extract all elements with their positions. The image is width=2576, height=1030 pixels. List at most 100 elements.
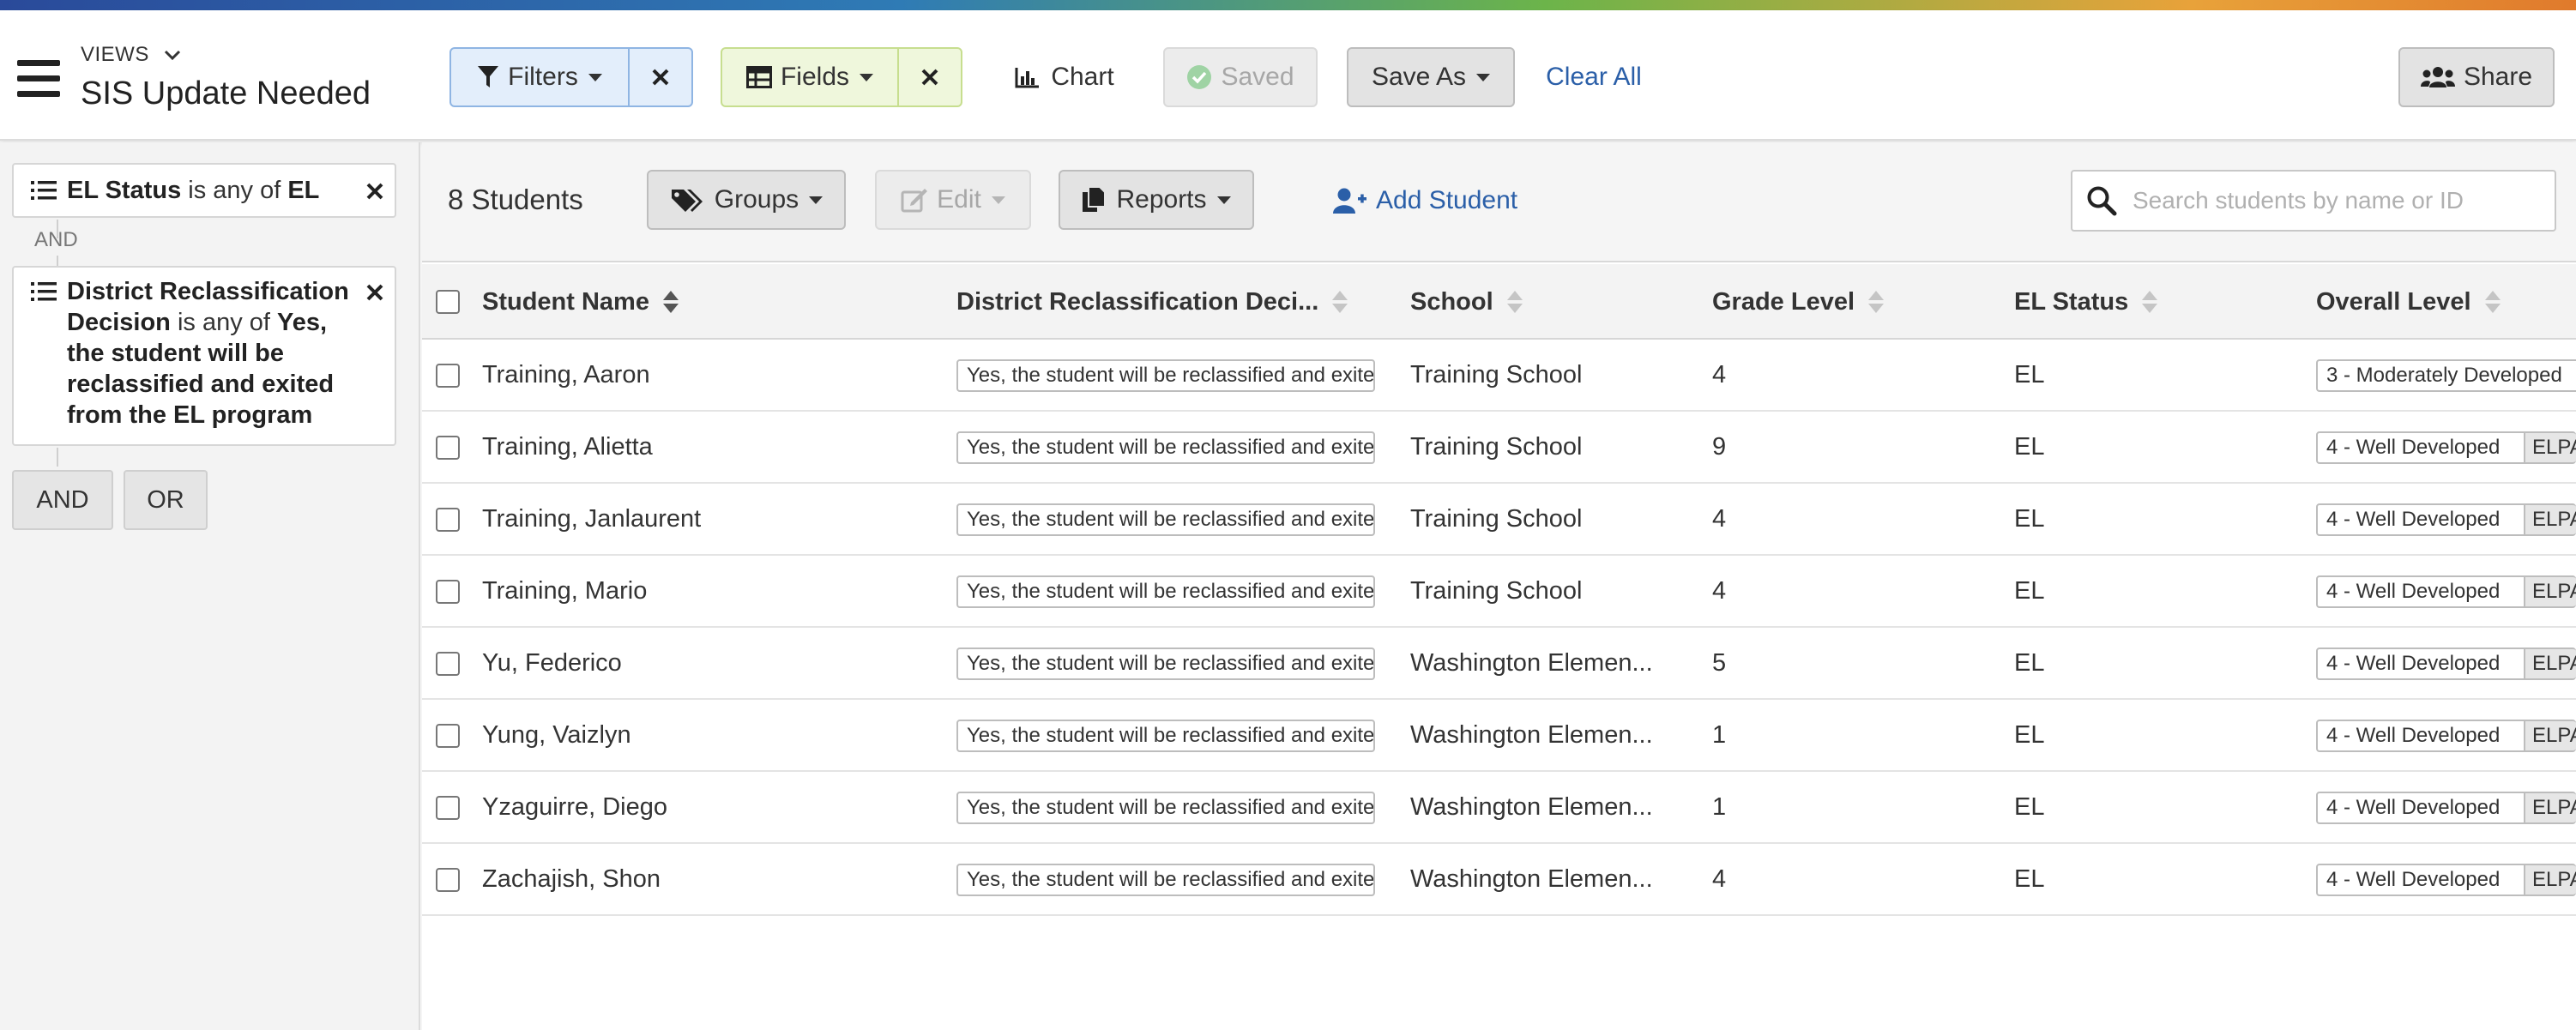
school-cell: Training School [1410, 360, 1583, 389]
grade-level-cell: 5 [1712, 648, 1727, 677]
overall-level-tag: 4 - Well Developed [2316, 503, 2525, 536]
clear-fields-button[interactable] [899, 49, 961, 105]
table-row[interactable]: Yung, Vaizlyn Yes, the student will be r… [422, 700, 2576, 772]
fields-label: Fields [780, 63, 850, 91]
connector-line [57, 448, 58, 467]
row-checkbox[interactable] [436, 508, 460, 532]
assessment-tag: ELPAC [2525, 431, 2576, 464]
menu-icon[interactable] [17, 60, 60, 98]
student-count: 8 Students [448, 184, 583, 215]
sort-icon [1332, 291, 1348, 313]
table-row[interactable]: Yzaguirre, Diego Yes, the student will b… [422, 772, 2576, 844]
reports-label: Reports [1116, 185, 1207, 214]
filter-el-status[interactable]: EL Status is any of EL [12, 163, 396, 218]
filter-el-status-text: EL Status is any of EL [67, 177, 320, 204]
table-row[interactable]: Training, Aaron Yes, the student will be… [422, 340, 2576, 412]
table-row[interactable]: Yu, Federico Yes, the student will be re… [422, 628, 2576, 700]
grade-level-cell: 4 [1712, 576, 1727, 605]
overall-level-tag: 4 - Well Developed [2316, 792, 2525, 824]
el-status-cell: EL [2014, 864, 2045, 893]
add-and-condition-button[interactable]: AND [12, 470, 113, 530]
table-row[interactable]: Training, Mario Yes, the student will be… [422, 556, 2576, 628]
clear-filters-button[interactable] [630, 49, 691, 105]
reclassification-decision-tag: Yes, the student will be reclassified an… [956, 431, 1375, 464]
grade-level-cell: 1 [1712, 720, 1727, 749]
assessment-tag: ELPAC [2525, 864, 2576, 896]
filter-district-reclassification-text: District Reclassification Decision is an… [67, 278, 349, 429]
search-input[interactable] [2133, 187, 2544, 214]
school-cell: Training School [1410, 576, 1583, 605]
reports-button[interactable]: Reports [1059, 170, 1254, 230]
el-status-cell: EL [2014, 432, 2045, 461]
row-checkbox[interactable] [436, 796, 460, 820]
reclassification-decision-tag: Yes, the student will be reclassified an… [956, 792, 1375, 824]
share-button[interactable]: Share [2398, 47, 2555, 107]
student-name-link[interactable]: Zachajish, Shon [482, 844, 928, 914]
overall-level-tag: 4 - Well Developed [2316, 720, 2525, 752]
table-header: Student Name District Reclassification D… [422, 264, 2576, 340]
sort-icon [1506, 291, 1523, 313]
row-checkbox[interactable] [436, 652, 460, 676]
column-header-el-status[interactable]: EL Status [2014, 264, 2158, 340]
overall-level-tag: 4 - Well Developed [2316, 575, 2525, 608]
assessment-tag: ELPAC [2525, 648, 2576, 680]
row-checkbox[interactable] [436, 436, 460, 460]
add-or-condition-button[interactable]: OR [124, 470, 208, 530]
school-cell: Washington Elemen... [1410, 648, 1653, 677]
overall-level-tag: 3 - Moderately Developed [2316, 359, 2576, 392]
sort-icon [1868, 291, 1885, 313]
students-toolbar: 8 Students Groups Edit Reports Add Stude… [422, 142, 2576, 262]
student-name-link[interactable]: Training, Aaron [482, 340, 928, 410]
filter-district-reclassification[interactable]: District Reclassification Decision is an… [12, 266, 396, 446]
student-name-link[interactable]: Training, Alietta [482, 412, 928, 482]
remove-filter-button[interactable] [365, 273, 384, 304]
sort-icon [662, 291, 679, 313]
student-name-link[interactable]: Training, Janlaurent [482, 484, 928, 554]
edit-button[interactable]: Edit [875, 170, 1031, 230]
table-row[interactable]: Training, Alietta Yes, the student will … [422, 412, 2576, 484]
add-student-button[interactable]: Add Student [1333, 182, 1517, 220]
brand-accent-bar [0, 0, 2576, 10]
fields-button[interactable]: Fields [722, 49, 897, 105]
row-checkbox[interactable] [436, 364, 460, 388]
reclassification-decision-tag: Yes, the student will be reclassified an… [956, 720, 1375, 752]
column-header-school[interactable]: School [1410, 264, 1523, 340]
row-checkbox[interactable] [436, 868, 460, 892]
chart-button[interactable]: Chart [1000, 47, 1129, 107]
column-header-student-name[interactable]: Student Name [482, 264, 679, 340]
assessment-tag: ELPAC [2525, 792, 2576, 824]
school-cell: Washington Elemen... [1410, 864, 1653, 893]
list-icon [31, 282, 57, 301]
column-header-district-reclassification[interactable]: District Reclassification Deci... [956, 264, 1348, 340]
filters-button[interactable]: Filters [451, 49, 628, 105]
student-name-link[interactable]: Yung, Vaizlyn [482, 700, 928, 770]
edit-icon [901, 189, 928, 213]
clear-all-link[interactable]: Clear All [1541, 47, 1647, 107]
groups-button[interactable]: Groups [647, 170, 846, 230]
table-row[interactable]: Training, Janlaurent Yes, the student wi… [422, 484, 2576, 556]
student-name-link[interactable]: Training, Mario [482, 556, 928, 626]
sort-icon [2142, 291, 2158, 313]
remove-filter-button[interactable] [365, 172, 384, 202]
copy-icon [1083, 186, 1107, 212]
student-name-link[interactable]: Yu, Federico [482, 628, 928, 698]
user-plus-icon [1333, 188, 1366, 214]
table-row[interactable]: Zachajish, Shon Yes, the student will be… [422, 844, 2576, 916]
row-checkbox[interactable] [436, 580, 460, 604]
filter-sidebar: EL Status is any of EL AND District Recl… [0, 142, 420, 1030]
save-as-button[interactable]: Save As [1347, 47, 1515, 107]
overall-level-tag: 4 - Well Developed [2316, 431, 2525, 464]
saved-button[interactable]: Saved [1163, 47, 1318, 107]
student-name-link[interactable]: Yzaguirre, Diego [482, 772, 928, 842]
page-title: SIS Update Needed [81, 75, 371, 111]
caret-down-icon [1476, 73, 1491, 81]
school-cell: Training School [1410, 504, 1583, 533]
column-header-grade-level[interactable]: Grade Level [1712, 264, 1885, 340]
column-header-overall-level[interactable]: Overall Level [2316, 264, 2501, 340]
caret-down-icon [860, 73, 874, 81]
views-dropdown[interactable]: VIEWS [81, 43, 181, 67]
el-status-cell: EL [2014, 360, 2045, 389]
select-all-checkbox[interactable] [436, 290, 460, 314]
row-checkbox[interactable] [436, 724, 460, 748]
reclassification-decision-tag: Yes, the student will be reclassified an… [956, 503, 1375, 536]
